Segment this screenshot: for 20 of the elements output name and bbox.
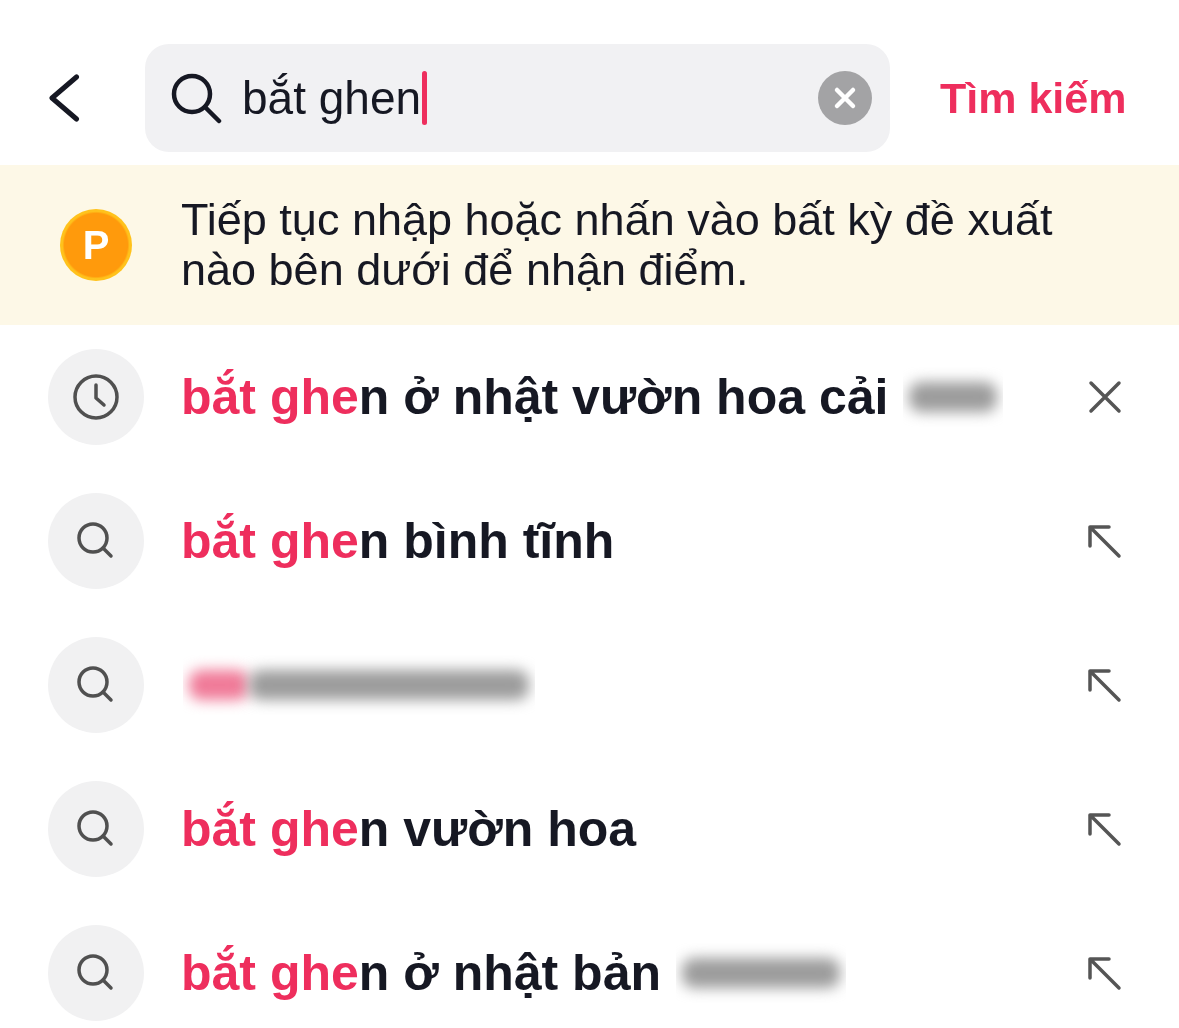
arrow-up-left-icon[interactable] [1086, 667, 1122, 703]
search-icon [48, 493, 144, 589]
search-icon [48, 637, 144, 733]
clock-icon [48, 349, 144, 445]
close-icon[interactable] [1088, 380, 1122, 414]
back-icon[interactable] [48, 74, 80, 122]
arrow-up-left-icon[interactable] [1086, 523, 1122, 559]
suggestion-text[interactable]: bắt ghen ở nhật bản [181, 944, 661, 1002]
suggestion-text[interactable]: bắt ghen bình tĩnh [181, 512, 615, 570]
points-coin-icon: P [60, 209, 132, 281]
search-icon [48, 781, 144, 877]
search-field[interactable]: bắt ghen [145, 44, 890, 152]
suggestion-text[interactable]: bắt ghen ở nhật vườn hoa cải [181, 368, 889, 426]
arrow-up-left-icon[interactable] [1086, 811, 1122, 847]
arrow-up-left-icon[interactable] [1086, 955, 1122, 991]
search-icon [48, 925, 144, 1021]
search-button[interactable]: Tìm kiếm [940, 73, 1127, 123]
suggestion-text[interactable]: bắt ghen vườn hoa [181, 800, 637, 858]
points-message: Tiếp tục nhập hoặc nhấn vào bất kỳ đề xuất nào bên dưới để nhận điểm. [181, 195, 1054, 295]
search-icon [170, 72, 222, 124]
